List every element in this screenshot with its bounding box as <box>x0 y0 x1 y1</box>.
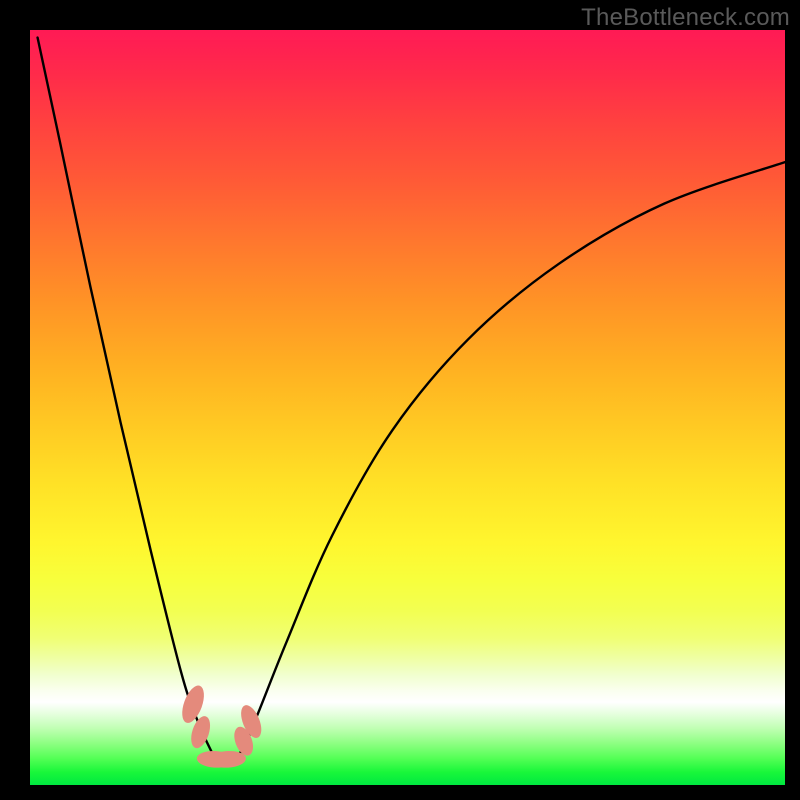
curve-path <box>38 38 785 764</box>
chart-svg <box>30 30 785 785</box>
curve-series <box>38 38 785 764</box>
markers-group <box>178 683 266 769</box>
watermark-text: TheBottleneck.com <box>581 4 790 32</box>
chart-frame: TheBottleneck.com <box>0 0 800 800</box>
plot-area <box>30 30 785 785</box>
